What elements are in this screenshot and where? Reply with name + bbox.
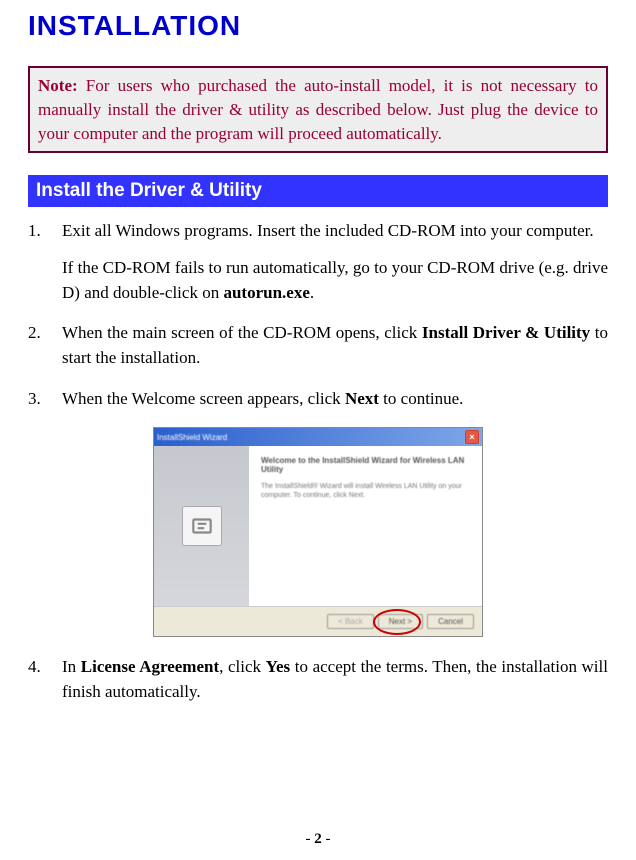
step-body: Exit all Windows programs. Insert the in… <box>62 219 608 305</box>
wizard-body-text: The InstallShield® Wizard will install W… <box>261 482 470 500</box>
step-number: 4. <box>28 655 62 704</box>
section-header: Install the Driver & Utility <box>28 175 608 207</box>
close-icon[interactable]: × <box>465 430 479 444</box>
back-button[interactable]: < Back <box>327 614 374 629</box>
step-bold: autorun.exe <box>223 283 309 302</box>
wizard-body: Welcome to the InstallShield Wizard for … <box>154 446 482 606</box>
wizard-content: Welcome to the InstallShield Wizard for … <box>249 446 482 606</box>
note-text: Note: For users who purchased the auto-i… <box>38 74 598 145</box>
step-text: . <box>310 283 314 302</box>
step-3: 3. When the Welcome screen appears, clic… <box>28 387 608 412</box>
step-text: If the CD-ROM fails to run automatically… <box>62 258 608 302</box>
step-text: Exit all Windows programs. Insert the in… <box>62 221 594 240</box>
step-text: In <box>62 657 81 676</box>
step-bold: Next <box>345 389 379 408</box>
step-4: 4. In License Agreement, click Yes to ac… <box>28 655 608 704</box>
note-label: Note: <box>38 76 78 95</box>
installer-icon <box>182 506 222 546</box>
step-1: 1. Exit all Windows programs. Insert the… <box>28 219 608 305</box>
wizard-sidebar <box>154 446 249 606</box>
wizard-screenshot: InstallShield Wizard × Welcome to the In… <box>153 427 483 637</box>
step-bold: Yes <box>266 657 291 676</box>
note-box: Note: For users who purchased the auto-i… <box>28 66 608 153</box>
cancel-button[interactable]: Cancel <box>427 614 474 629</box>
step-body: When the main screen of the CD-ROM opens… <box>62 321 608 370</box>
step-text: , click <box>219 657 265 676</box>
note-body: For users who purchased the auto-install… <box>38 76 598 143</box>
step-text: When the Welcome screen appears, click <box>62 389 345 408</box>
wizard-heading: Welcome to the InstallShield Wizard for … <box>261 456 470 474</box>
step-bold: Install Driver & Utility <box>422 323 590 342</box>
step-number: 3. <box>28 387 62 412</box>
step-number: 2. <box>28 321 62 370</box>
step-body: When the Welcome screen appears, click N… <box>62 387 608 412</box>
step-body: In License Agreement, click Yes to accep… <box>62 655 608 704</box>
wizard-footer: < Back Next > Cancel <box>154 606 482 636</box>
step-text: to continue. <box>379 389 464 408</box>
wizard-window: InstallShield Wizard × Welcome to the In… <box>153 427 483 637</box>
page-number: - - 2 -2 - <box>0 831 636 848</box>
step-2: 2. When the main screen of the CD-ROM op… <box>28 321 608 370</box>
next-button[interactable]: Next > <box>378 614 423 629</box>
wizard-titlebar: InstallShield Wizard × <box>154 428 482 446</box>
step-bold: License Agreement <box>81 657 219 676</box>
wizard-title: InstallShield Wizard <box>157 433 227 442</box>
step-number: 1. <box>28 219 62 305</box>
step-text: When the main screen of the CD-ROM opens… <box>62 323 422 342</box>
page-title: INSTALLATION <box>28 10 608 42</box>
